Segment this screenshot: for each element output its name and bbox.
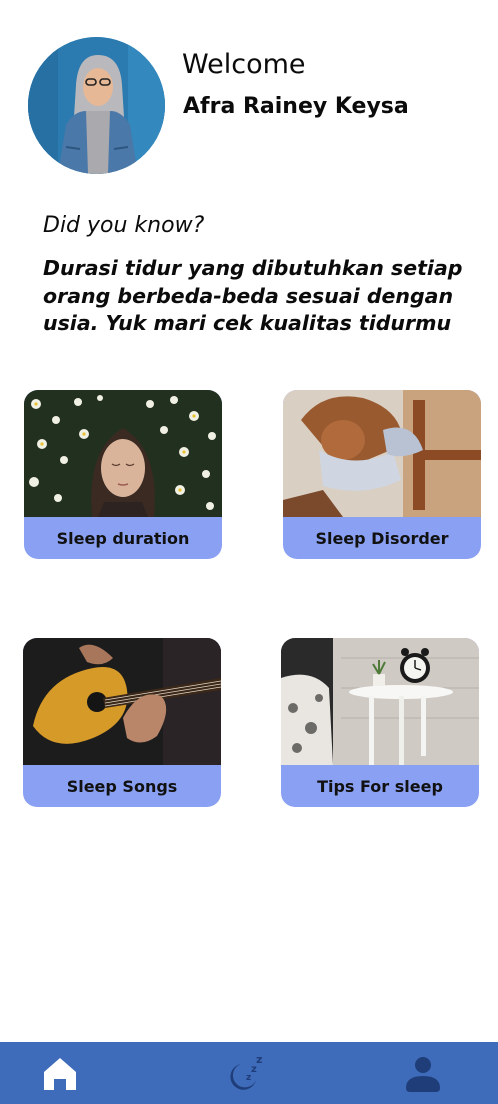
svg-text:z: z (256, 1053, 262, 1066)
nav-sleep[interactable]: z z z (219, 1050, 265, 1096)
welcome-text: Welcome (182, 49, 306, 80)
home-icon (44, 1058, 76, 1090)
nav-home[interactable] (37, 1050, 83, 1096)
user-name: Afra Rainey Keysa (183, 94, 409, 119)
tip-heading: Did you know? (43, 213, 205, 238)
tip-text: Durasi tidur yang dibutuhkan setiap oran… (43, 256, 463, 335)
card-sleep-songs[interactable]: Sleep Songs (23, 638, 221, 807)
card-sleep-duration[interactable]: Sleep duration (24, 390, 222, 559)
card-image-sleep-duration (24, 390, 222, 517)
card-image-sleep-songs (23, 638, 221, 765)
card-label: Sleep duration (56, 528, 190, 548)
card-label: Tips For sleep (317, 776, 443, 796)
nav-profile[interactable] (400, 1050, 446, 1096)
card-label: Sleep Disorder (315, 528, 449, 548)
sleep-moon-icon: z z z (230, 1053, 262, 1090)
card-label: Sleep Songs (66, 776, 178, 796)
avatar[interactable] (28, 37, 165, 174)
card-tips-for-sleep[interactable]: Tips For sleep (281, 638, 479, 807)
card-image-tips-for-sleep (281, 638, 479, 765)
card-image-sleep-disorder (283, 390, 481, 517)
profile-icon (406, 1057, 440, 1092)
bottom-nav: z z z (0, 1042, 498, 1104)
card-sleep-disorder[interactable]: Sleep Disorder (283, 390, 481, 559)
